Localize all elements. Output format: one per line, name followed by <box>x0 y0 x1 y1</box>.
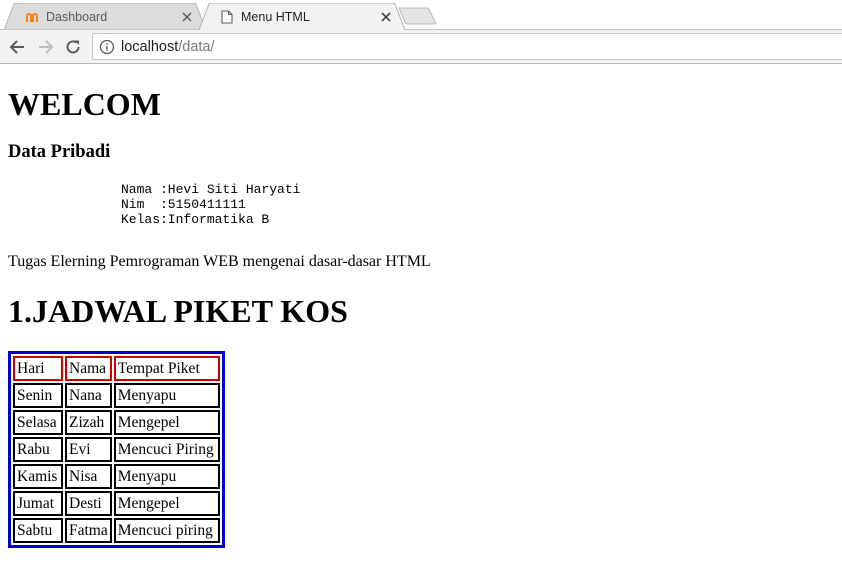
tab-dashboard[interactable]: Dashboard <box>4 3 206 30</box>
table-row: Kamis Nisa Menyapu <box>13 464 220 489</box>
page-title: WELCOM <box>8 86 161 122</box>
bio-line-nama: Nama :Hevi Siti Haryati <box>121 182 301 197</box>
table-cell: Selasa <box>13 410 63 435</box>
header-cell-name: Nama <box>65 356 112 381</box>
table-cell: Menyapu <box>113 383 220 408</box>
tab-title: Dashboard <box>46 9 108 24</box>
section-subheading: Data Pribadi <box>8 142 111 162</box>
address-bar[interactable]: localhost/data/ <box>92 33 842 60</box>
table-row: Senin Nana Menyapu <box>13 383 220 408</box>
bio-line-kelas: Kelas:Informatika B <box>121 212 270 227</box>
reload-icon[interactable] <box>63 37 83 57</box>
browser-toolbar: localhost/data/ <box>0 30 842 64</box>
page-content: WELCOM Data Pribadi Nama :Hevi Siti Hary… <box>8 64 834 548</box>
table-cell: Senin <box>13 383 63 408</box>
table-cell: Nisa <box>65 464 112 489</box>
table-cell: Mencuci Piring <box>113 437 220 462</box>
table-cell: Nana <box>65 383 112 408</box>
close-icon[interactable] <box>180 10 194 24</box>
table-cell: Desti <box>65 491 112 516</box>
table-cell: Jumat <box>13 491 63 516</box>
tab-menu-html[interactable]: Menu HTML <box>199 3 405 30</box>
table-cell: Kamis <box>13 464 63 489</box>
table-header-row: Hari Nama Tempat Piket <box>13 356 220 381</box>
table-cell: Mencuci piring <box>113 518 220 543</box>
page-icon <box>219 9 235 25</box>
moodle-icon <box>24 9 40 25</box>
table-row: Selasa Zizah Mengepel <box>13 410 220 435</box>
close-icon[interactable] <box>379 10 393 24</box>
table-cell: Zizah <box>65 410 112 435</box>
table-cell: Rabu <box>13 437 63 462</box>
header-cell-task: Tempat Piket <box>113 356 220 381</box>
schedule-table: Hari Nama Tempat Piket Senin Nana Menyap… <box>8 351 225 548</box>
table-cell: Menyapu <box>113 464 220 489</box>
table-cell: Sabtu <box>13 518 63 543</box>
info-icon[interactable] <box>99 39 115 55</box>
tab-title: Menu HTML <box>241 9 310 24</box>
table-cell: Mengepel <box>113 491 220 516</box>
url-host: localhost <box>121 38 179 55</box>
bio-line-nim: Nim :5150411111 <box>121 197 246 212</box>
schedule-title: 1.JADWAL PIKET KOS <box>8 293 348 329</box>
header-cell-day: Hari <box>13 356 63 381</box>
table-row: Jumat Desti Mengepel <box>13 491 220 516</box>
back-arrow-icon[interactable] <box>7 37 27 57</box>
table-cell: Fatma <box>65 518 112 543</box>
table-cell: Mengepel <box>113 410 220 435</box>
task-description: Tugas Elerning Pemrograman WEB mengenai … <box>8 253 431 270</box>
tab-strip: Dashboard Menu HTML <box>0 0 842 30</box>
forward-arrow-icon[interactable] <box>36 37 56 57</box>
table-row: Rabu Evi Mencuci Piring <box>13 437 220 462</box>
personal-data-block: Nama :Hevi Siti Haryati Nim :5150411111 Ke… <box>121 182 834 227</box>
url-path: /data/ <box>178 38 215 55</box>
table-cell: Evi <box>65 437 112 462</box>
table-row: Sabtu Fatma Mencuci piring <box>13 518 220 543</box>
